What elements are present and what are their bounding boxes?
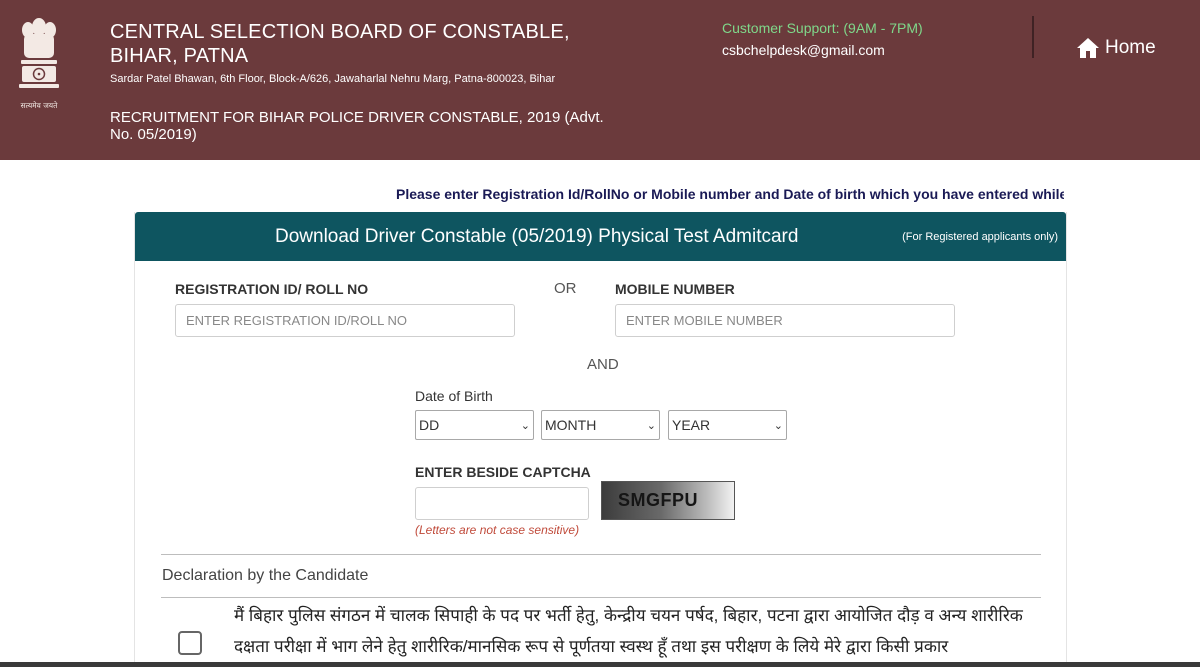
divider (161, 597, 1041, 598)
mobile-label: MOBILE NUMBER (615, 281, 735, 297)
dob-year-value: YEAR (672, 417, 711, 433)
chevron-down-icon: ⌄ (646, 419, 656, 432)
header-divider (1032, 16, 1034, 58)
declaration-text: मैं बिहार पुलिस संगठन में चालक सिपाही के… (234, 606, 1023, 656)
organization-address: Sardar Patel Bhawan, 6th Floor, Block-A/… (110, 73, 556, 85)
captcha-label: ENTER BESIDE CAPTCHA (415, 464, 591, 480)
card-note: (For Registered applicants only) (902, 231, 1058, 243)
declaration-title: Declaration by the Candidate (162, 567, 369, 584)
bottom-bar (0, 662, 1200, 667)
emblem-caption: सत्यमेव जयते (21, 101, 59, 110)
dob-day-select[interactable]: DD ⌄ (415, 410, 534, 440)
chevron-down-icon: ⌄ (520, 419, 530, 432)
registration-input[interactable] (175, 304, 515, 337)
national-emblem-icon: सत्यमेव जयते (14, 16, 64, 112)
registration-label: REGISTRATION ID/ ROLL NO (175, 281, 369, 297)
customer-support-label: Customer Support: (9AM - 7PM) (722, 20, 923, 36)
admit-card-form: Download Driver Constable (05/2019) Phys… (134, 212, 1067, 667)
dob-day-value: DD (419, 417, 440, 433)
dob-year-select[interactable]: YEAR ⌄ (668, 410, 787, 440)
and-separator: AND (587, 356, 619, 373)
dob-month-value: MONTH (545, 417, 597, 433)
captcha-code: SMGFPU (618, 490, 699, 510)
captcha-hint: (Letters are not case sensitive) (415, 523, 580, 537)
site-header: सत्यमेव जयते CENTRAL SELECTION BOARD OF … (0, 0, 1200, 160)
home-link[interactable]: Home (1076, 36, 1156, 60)
card-header: Download Driver Constable (05/2019) Phys… (135, 212, 1066, 261)
dob-label: Date of Birth (415, 388, 493, 404)
organization-title: CENTRAL SELECTION BOARD OF CONSTABLE, BI… (110, 21, 570, 67)
or-separator: OR (554, 280, 577, 297)
declaration-checkbox[interactable] (178, 631, 202, 655)
support-email: csbchelpdesk@gmail.com (722, 42, 885, 58)
chevron-down-icon: ⌄ (773, 419, 783, 432)
divider (161, 554, 1041, 555)
captcha-input[interactable] (415, 487, 589, 520)
captcha-image: SMGFPU (601, 481, 735, 520)
recruitment-title: RECRUITMENT FOR BIHAR POLICE DRIVER CONS… (110, 109, 604, 143)
card-title: Download Driver Constable (05/2019) Phys… (275, 226, 799, 247)
home-icon (1077, 38, 1099, 58)
home-label: Home (1105, 37, 1156, 58)
mobile-input[interactable] (615, 304, 955, 337)
instruction-notice: Please enter Registration Id/RollNo or M… (396, 186, 1064, 202)
dob-month-select[interactable]: MONTH ⌄ (541, 410, 660, 440)
